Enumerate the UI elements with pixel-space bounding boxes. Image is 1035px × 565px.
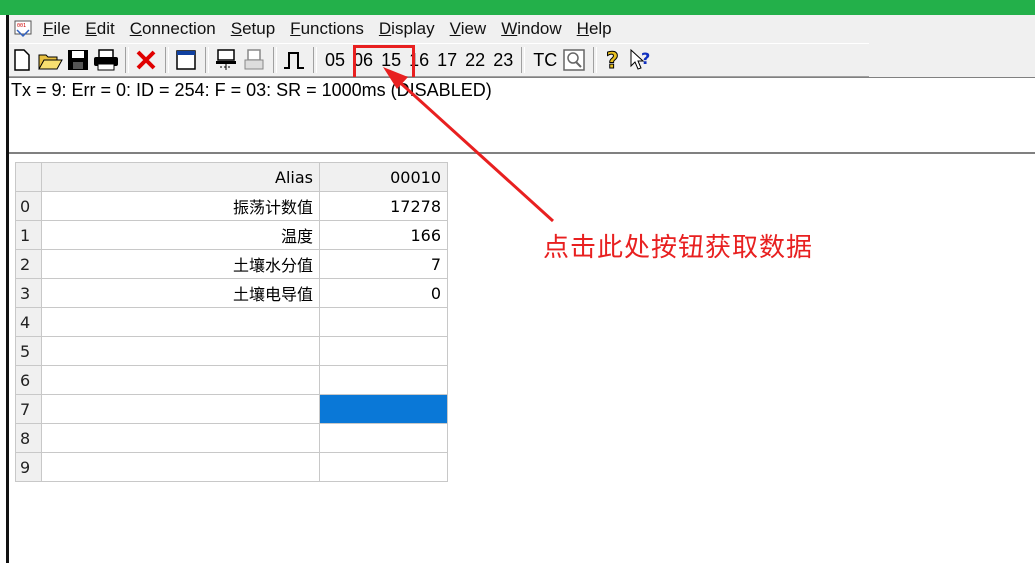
function-code-06-button[interactable]: 06 <box>349 50 377 71</box>
connect-icon[interactable] <box>213 46 239 74</box>
monitor-icon[interactable] <box>561 46 587 74</box>
help-icon[interactable]: ? <box>601 46 627 74</box>
svg-text:?: ? <box>641 49 650 68</box>
status-text: Tx = 9: Err = 0: ID = 254: F = 03: SR = … <box>11 80 492 100</box>
annotation-text: 点击此处按钮获取数据 <box>543 233 814 263</box>
menu-file[interactable]: File <box>43 19 70 39</box>
row-index[interactable]: 2 <box>15 249 42 279</box>
value-cell[interactable] <box>319 452 448 482</box>
context-help-icon[interactable]: ? <box>629 46 655 74</box>
toolbar-separator <box>165 47 169 73</box>
menu-bar: 001 File Edit Connection Setup Functions… <box>9 17 1035 41</box>
value-cell[interactable] <box>319 336 448 366</box>
table-row[interactable]: 7 <box>15 394 448 424</box>
alias-header[interactable]: Alias <box>41 162 320 192</box>
new-icon[interactable] <box>9 46 35 74</box>
function-code-17-button[interactable]: 17 <box>433 50 461 71</box>
row-index[interactable]: 0 <box>15 191 42 221</box>
function-code-15-button[interactable]: 15 <box>377 50 405 71</box>
svg-text:001: 001 <box>17 23 26 29</box>
app-icon[interactable]: 001 <box>13 20 33 38</box>
main-window: 001 File Edit Connection Setup Functions… <box>6 15 1035 565</box>
alias-cell[interactable]: 温度 <box>41 220 320 250</box>
row-index[interactable]: 8 <box>15 423 42 453</box>
alias-cell[interactable] <box>41 365 320 395</box>
table-row[interactable]: 9 <box>15 452 448 482</box>
register-grid: Alias 00010 0 振荡计数值 17278 1 温度 166 2 土壤水分值 7 3 土壤电… <box>15 162 448 482</box>
row-index[interactable]: 3 <box>15 278 42 308</box>
value-cell[interactable]: 7 <box>319 249 448 279</box>
row-index[interactable]: 4 <box>15 307 42 337</box>
toolbar-separator <box>521 47 526 73</box>
row-index[interactable]: 5 <box>15 336 42 366</box>
print-icon[interactable] <box>93 46 119 74</box>
value-cell[interactable]: 17278 <box>319 191 448 221</box>
value-cell[interactable] <box>319 365 448 395</box>
disconnect-icon[interactable] <box>241 46 267 74</box>
save-icon[interactable] <box>65 46 91 74</box>
corner-cell <box>15 162 42 192</box>
table-row[interactable]: 0 振荡计数值 17278 <box>15 191 448 221</box>
grid-area: Alias 00010 0 振荡计数值 17278 1 温度 166 2 土壤水分值 7 3 土壤电… <box>9 152 1035 565</box>
alias-cell[interactable]: 土壤水分值 <box>41 249 320 279</box>
toolbar-separator <box>313 47 317 73</box>
row-index[interactable]: 9 <box>15 452 42 482</box>
function-code-22-button[interactable]: 22 <box>461 50 489 71</box>
menu-connection[interactable]: Connection <box>130 19 216 39</box>
menu-display[interactable]: Display <box>379 19 435 39</box>
open-icon[interactable] <box>37 46 63 74</box>
toolbar-separator <box>593 47 598 73</box>
row-index[interactable]: 7 <box>15 394 42 424</box>
menu-view[interactable]: View <box>450 19 487 39</box>
table-row[interactable]: 3 土壤电导值 0 <box>15 278 448 308</box>
alias-cell[interactable] <box>41 307 320 337</box>
menu-setup[interactable]: Setup <box>231 19 275 39</box>
table-row[interactable]: 4 <box>15 307 448 337</box>
value-header[interactable]: 00010 <box>319 162 448 192</box>
toolbar: 05 06 15 16 17 22 23 TC ? ? <box>9 43 869 77</box>
title-bar <box>0 0 1035 15</box>
value-cell[interactable] <box>319 423 448 453</box>
value-cell[interactable]: 0 <box>319 278 448 308</box>
function-code-05-button[interactable]: 05 <box>321 50 349 71</box>
row-index[interactable]: 6 <box>15 365 42 395</box>
row-index[interactable]: 1 <box>15 220 42 250</box>
table-row[interactable]: 2 土壤水分值 7 <box>15 249 448 279</box>
menu-help[interactable]: Help <box>577 19 612 39</box>
alias-cell[interactable] <box>41 452 320 482</box>
alias-cell[interactable] <box>41 394 320 424</box>
value-cell[interactable] <box>319 307 448 337</box>
read-once-icon[interactable] <box>281 46 307 74</box>
menu-edit[interactable]: Edit <box>85 19 114 39</box>
grid-header-row: Alias 00010 <box>15 162 448 192</box>
table-row[interactable]: 6 <box>15 365 448 395</box>
toolbar-separator <box>125 47 129 73</box>
table-row[interactable]: 5 <box>15 336 448 366</box>
menu-window[interactable]: Window <box>501 19 561 39</box>
svg-text:?: ? <box>606 49 619 72</box>
alias-cell[interactable]: 振荡计数值 <box>41 191 320 221</box>
value-cell[interactable]: 166 <box>319 220 448 250</box>
alias-cell[interactable] <box>41 336 320 366</box>
table-row[interactable]: 1 温度 166 <box>15 220 448 250</box>
function-code-16-button[interactable]: 16 <box>405 50 433 71</box>
value-cell[interactable] <box>319 394 448 424</box>
toolbar-separator <box>273 47 277 73</box>
menu-functions[interactable]: Functions <box>290 19 364 39</box>
status-panel: Tx = 9: Err = 0: ID = 254: F = 03: SR = … <box>9 77 1035 162</box>
table-row[interactable]: 8 <box>15 423 448 453</box>
alias-cell[interactable]: 土壤电导值 <box>41 278 320 308</box>
toolbar-separator <box>205 47 209 73</box>
function-code-23-button[interactable]: 23 <box>489 50 517 71</box>
window-icon[interactable] <box>173 46 199 74</box>
tc-button[interactable]: TC <box>529 50 561 71</box>
alias-cell[interactable] <box>41 423 320 453</box>
delete-icon[interactable] <box>133 46 159 74</box>
